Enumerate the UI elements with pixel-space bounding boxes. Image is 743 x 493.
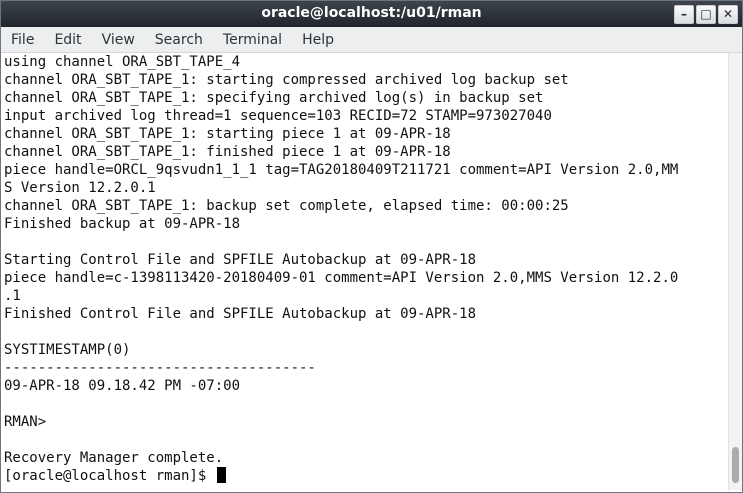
terminal-line: channel ORA_SBT_TAPE_1: starting piece 1… bbox=[4, 126, 451, 142]
minimize-button[interactable]: – bbox=[674, 5, 694, 24]
terminal-output[interactable]: using channel ORA_SBT_TAPE_4 channel ORA… bbox=[4, 53, 728, 489]
menu-file[interactable]: File bbox=[1, 32, 44, 48]
menu-help[interactable]: Help bbox=[292, 32, 344, 48]
terminal-line: input archived log thread=1 sequence=103… bbox=[4, 108, 552, 124]
terminal-line: 09-APR-18 09.18.42 PM -07:00 bbox=[4, 378, 241, 394]
terminal-line: SYSTIMESTAMP(0) bbox=[4, 342, 131, 358]
terminal-line: S Version 12.2.0.1 bbox=[4, 180, 156, 196]
menu-bar: File Edit View Search Terminal Help bbox=[1, 27, 742, 53]
window-title: oracle@localhost:/u01/rman bbox=[261, 5, 482, 21]
menu-terminal[interactable]: Terminal bbox=[213, 32, 292, 48]
terminal-line: piece handle=ORCL_9qsvudn1_1_1 tag=TAG20… bbox=[4, 162, 679, 178]
menu-edit[interactable]: Edit bbox=[44, 32, 91, 48]
title-bar[interactable]: oracle@localhost:/u01/rman – □ ✕ bbox=[1, 1, 742, 27]
terminal-line: Recovery Manager complete. bbox=[4, 450, 224, 466]
window-controls: – □ ✕ bbox=[674, 5, 738, 24]
scrollbar-thumb[interactable] bbox=[732, 447, 739, 483]
terminal-line: piece handle=c-1398113420-20180409-01 co… bbox=[4, 270, 679, 286]
terminal-line: .1 bbox=[4, 288, 21, 304]
terminal-line: channel ORA_SBT_TAPE_1: finished piece 1… bbox=[4, 144, 451, 160]
terminal-line: RMAN> bbox=[4, 414, 47, 430]
terminal-line: ------------------------------------- bbox=[4, 360, 316, 376]
prompt-line[interactable]: [oracle@localhost rman]$ bbox=[4, 467, 728, 485]
vertical-scrollbar[interactable] bbox=[728, 53, 742, 490]
text-cursor bbox=[216, 467, 226, 483]
terminal-line: using channel ORA_SBT_TAPE_4 bbox=[4, 54, 241, 70]
shell-prompt: [oracle@localhost rman]$ bbox=[4, 468, 215, 484]
terminal-line: channel ORA_SBT_TAPE_1: backup set compl… bbox=[4, 198, 569, 214]
terminal-line: Finished backup at 09-APR-18 bbox=[4, 216, 241, 232]
menu-search[interactable]: Search bbox=[145, 32, 213, 48]
terminal-window: oracle@localhost:/u01/rman – □ ✕ File Ed… bbox=[0, 0, 743, 493]
terminal-line: Starting Control File and SPFILE Autobac… bbox=[4, 252, 477, 268]
terminal-line: Finished Control File and SPFILE Autobac… bbox=[4, 306, 477, 322]
terminal-line: channel ORA_SBT_TAPE_1: starting compres… bbox=[4, 72, 569, 88]
maximize-button[interactable]: □ bbox=[696, 5, 716, 24]
terminal-line: channel ORA_SBT_TAPE_1: specifying archi… bbox=[4, 90, 544, 106]
close-button[interactable]: ✕ bbox=[718, 5, 738, 24]
menu-view[interactable]: View bbox=[92, 32, 145, 48]
